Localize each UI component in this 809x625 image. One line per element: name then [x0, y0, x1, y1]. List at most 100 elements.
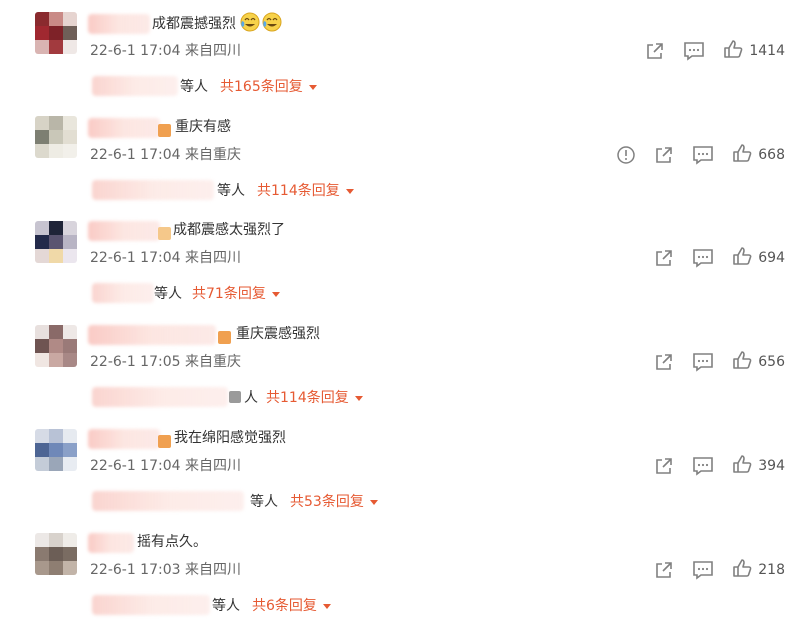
comment-actions: 218	[636, 559, 785, 581]
reply-others-label: 人	[244, 390, 258, 406]
reply-summary: 人 共114条回复	[0, 387, 809, 409]
member-badge-icon	[158, 124, 171, 137]
avatar[interactable]	[35, 12, 77, 54]
share-icon[interactable]	[654, 144, 674, 166]
comment-meta: 22-6-1 17:04 来自四川	[90, 250, 241, 266]
caret-down-icon	[345, 188, 354, 194]
comment-actions: 656	[636, 351, 785, 373]
reply-count-link[interactable]: 共6条回复	[252, 595, 331, 615]
share-icon[interactable]	[654, 559, 674, 581]
like-button[interactable]: 394	[732, 454, 785, 478]
comment-icon[interactable]	[683, 40, 705, 62]
comment-text: 我在绵阳感觉强烈	[174, 430, 286, 446]
comment-text: 成都震感太强烈了	[173, 222, 285, 238]
reply-count-link[interactable]: 共71条回复	[192, 283, 280, 303]
comment-meta: 22-6-1 17:05 来自重庆	[90, 354, 241, 370]
like-count: 1414	[749, 43, 785, 59]
avatar[interactable]	[35, 116, 77, 158]
comment-icon[interactable]	[692, 455, 714, 477]
replier-names-blurred	[92, 595, 210, 615]
comment-text: 重庆震感强烈	[236, 326, 320, 342]
like-count: 668	[758, 147, 785, 163]
reply-summary: 等人 共114条回复	[0, 180, 809, 202]
like-button[interactable]: 656	[732, 350, 785, 374]
like-count: 218	[758, 562, 785, 578]
comment-meta: 22-6-1 17:04 来自四川	[90, 43, 241, 59]
member-badge-icon	[158, 435, 171, 448]
caret-down-icon	[322, 603, 331, 609]
caret-down-icon	[369, 499, 378, 505]
reply-summary: 等人 共6条回复	[0, 595, 809, 617]
comment-icon[interactable]	[692, 247, 714, 269]
replier-names-blurred	[92, 180, 214, 200]
reply-others-label: 等人	[180, 79, 208, 95]
replier-names-blurred	[92, 76, 178, 96]
username-blurred[interactable]	[88, 118, 160, 138]
reply-others-label: 等人	[250, 494, 278, 510]
reply-summary: 等人 共165条回复	[0, 76, 809, 98]
reply-others-label: 等人	[212, 598, 240, 614]
avatar[interactable]	[35, 533, 77, 575]
comment-actions: 394	[636, 455, 785, 477]
caret-down-icon	[354, 395, 363, 401]
like-count: 694	[758, 250, 785, 266]
member-badge-icon	[158, 227, 171, 240]
like-button[interactable]: 694	[732, 246, 785, 270]
like-button[interactable]: 218	[732, 558, 785, 582]
like-count: 394	[758, 458, 785, 474]
like-count: 656	[758, 354, 785, 370]
username-blurred[interactable]	[88, 429, 160, 449]
thumbs-up-icon	[732, 350, 752, 374]
laughing-cry-emoji-icon	[236, 12, 284, 32]
reply-count-link[interactable]: 共53条回复	[290, 491, 378, 511]
share-icon[interactable]	[654, 351, 674, 373]
comment-meta: 22-6-1 17:03 来自四川	[90, 562, 241, 578]
caret-down-icon	[271, 291, 280, 297]
report-icon[interactable]	[616, 144, 636, 166]
member-badge-icon	[218, 331, 231, 344]
replier-names-blurred	[92, 387, 228, 407]
thumbs-up-icon	[732, 143, 752, 167]
username-blurred[interactable]	[88, 533, 134, 553]
thumbs-up-icon	[732, 454, 752, 478]
comment-meta: 22-6-1 17:04 来自四川	[90, 458, 241, 474]
replier-names-blurred	[92, 491, 244, 511]
thumbs-up-icon	[732, 246, 752, 270]
comment-icon[interactable]	[692, 351, 714, 373]
reply-summary: 等人 共71条回复	[0, 283, 809, 305]
comment-text: 成都震撼强烈	[152, 12, 284, 33]
reply-summary: 等人 共53条回复	[0, 491, 809, 513]
share-icon[interactable]	[654, 247, 674, 269]
username-blurred[interactable]	[88, 14, 150, 34]
avatar[interactable]	[35, 325, 77, 367]
username-blurred[interactable]	[88, 325, 216, 345]
like-button[interactable]: 1414	[723, 39, 785, 63]
comment-item: 我在绵阳感觉强烈 22-6-1 17:04 来自四川 394 等人 共53条回复	[0, 415, 809, 519]
comment-actions: 1414	[627, 40, 785, 62]
username-blurred[interactable]	[88, 221, 160, 241]
reply-count-link[interactable]: 共114条回复	[266, 387, 363, 407]
comment-text: 重庆有感	[175, 119, 231, 135]
reply-count-link[interactable]: 共114条回复	[257, 180, 354, 200]
reply-count-link[interactable]: 共165条回复	[220, 76, 317, 96]
like-button[interactable]: 668	[732, 143, 785, 167]
comment-actions: 694	[636, 247, 785, 269]
comment-icon[interactable]	[692, 144, 714, 166]
reply-others-label: 等人	[217, 183, 245, 199]
comment-item: 重庆有感 22-6-1 17:04 来自重庆 668 等人 共114条回复	[0, 104, 809, 208]
thumbs-up-icon	[732, 558, 752, 582]
comment-meta: 22-6-1 17:04 来自重庆	[90, 147, 241, 163]
member-badge-icon	[229, 391, 241, 403]
avatar[interactable]	[35, 221, 77, 263]
share-icon[interactable]	[654, 455, 674, 477]
comment-item: 成都震撼强烈 22-6-1 17:04 来自四川 1414 等人 共165条回复	[0, 0, 809, 104]
comment-icon[interactable]	[692, 559, 714, 581]
thumbs-up-icon	[723, 39, 743, 63]
share-icon[interactable]	[645, 40, 665, 62]
avatar[interactable]	[35, 429, 77, 471]
caret-down-icon	[308, 84, 317, 90]
replier-names-blurred	[92, 283, 154, 303]
comment-actions: 668	[598, 144, 785, 166]
comment-item: 重庆震感强烈 22-6-1 17:05 来自重庆 656 人 共114条回复	[0, 311, 809, 415]
comment-text: 摇有点久。	[137, 534, 207, 550]
